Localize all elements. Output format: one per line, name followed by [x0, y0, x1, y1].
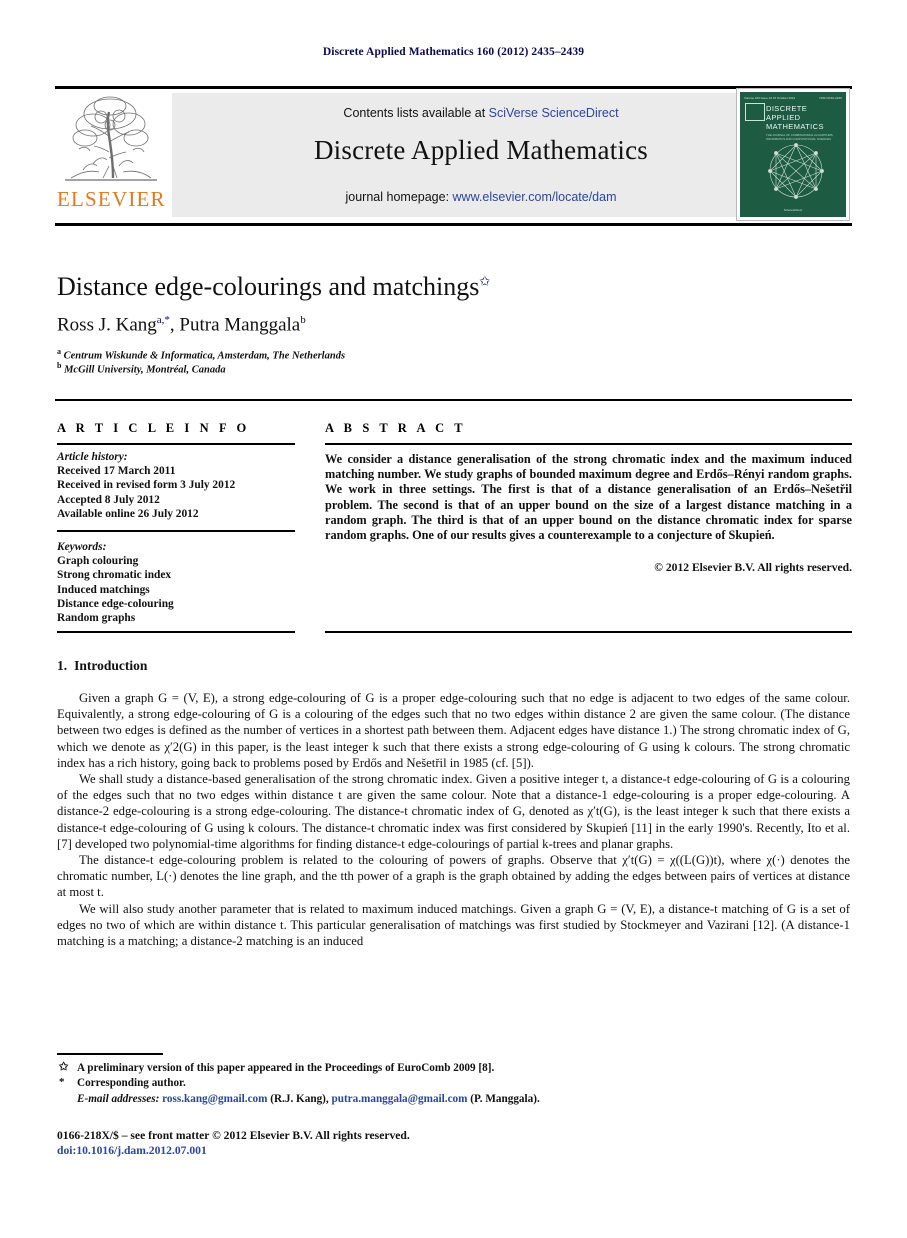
section-heading: 1. Introduction: [57, 658, 147, 674]
footnote-corresponding-marker: *: [59, 1076, 65, 1089]
author-1-name: Ross J. Kang: [57, 314, 157, 336]
body-text: Given a graph G = (V, E), a strong edge-…: [57, 690, 850, 949]
author-2-name: Putra Manggala: [179, 314, 301, 336]
abstract-header: A B S T R A C T: [325, 421, 467, 435]
cover-subtitle: THE JOURNAL OF COMBINATORIAL ALGORITHMS,…: [766, 133, 834, 141]
paragraph: We shall study a distance-based generali…: [57, 772, 850, 851]
cover-footer: ScienceDirect: [783, 208, 803, 212]
journal-homepage-link[interactable]: www.elsevier.com/locate/dam: [453, 190, 617, 204]
masthead-rule-bottom: [55, 223, 852, 226]
affiliation-b: b McGill University, Montréal, Canada: [57, 361, 837, 376]
footnotes: ✩ A preliminary version of this paper ap…: [57, 1061, 847, 1107]
page-title: Distance edge-colourings and matchings✩: [57, 272, 837, 302]
affiliation-a-mark: a: [57, 347, 61, 356]
article-title-text: Distance edge-colourings and matchings: [57, 272, 480, 301]
abstract-rule-top: [325, 443, 852, 445]
homepage-line: journal homepage: www.elsevier.com/locat…: [172, 190, 790, 204]
history-item: Received 17 March 2011: [57, 465, 176, 478]
footnote-emails: E-mail addresses: ross.kang@gmail.com (R…: [57, 1092, 847, 1107]
affiliation-b-text: McGill University, Montréal, Canada: [64, 364, 226, 376]
masthead-rule-top: [55, 86, 852, 89]
homepage-prefix: journal homepage:: [345, 190, 453, 204]
affiliation-b-mark: b: [57, 361, 62, 370]
affiliation-a: a Centrum Wiskunde & Informatica, Amster…: [57, 347, 837, 362]
email-label: E-mail addresses:: [77, 1092, 160, 1105]
footnote-star: ✩ A preliminary version of this paper ap…: [57, 1061, 847, 1076]
email-owner-2: (P. Manggala).: [470, 1092, 540, 1105]
author-2-marks[interactable]: b: [300, 314, 306, 326]
article-info-header: A R T I C L E I N F O: [57, 421, 250, 435]
imprint-block: 0166-218X/$ – see front matter © 2012 El…: [57, 1128, 847, 1159]
keyword-item: Distance edge-colouring: [57, 597, 174, 610]
keywords-list: Keywords: Graph colouring Strong chromat…: [57, 540, 297, 625]
abstract-rule-bottom: [325, 631, 852, 633]
email-owner-1: (R.J. Kang),: [270, 1092, 329, 1105]
footnote-star-text: A preliminary version of this paper appe…: [77, 1062, 495, 1074]
history-label: Article history:: [57, 451, 128, 463]
cover-title: DISCRETE APPLIED MATHEMATICS: [766, 104, 824, 131]
cover-graph-figure-icon: [760, 142, 832, 200]
section-number: 1.: [57, 658, 68, 673]
cover-elsevier-mark-icon: [745, 103, 765, 121]
footnote-rule: [57, 1053, 163, 1055]
section-title: Introduction: [74, 658, 148, 673]
keyword-item: Graph colouring: [57, 555, 139, 568]
contents-prefix: Contents lists available at: [343, 106, 489, 120]
journal-banner: Contents lists available at SciVerse Sci…: [172, 93, 790, 217]
affiliation-a-text: Centrum Wiskunde & Informatica, Amsterda…: [63, 350, 346, 362]
article-history: Article history: Received 17 March 2011 …: [57, 450, 297, 521]
history-item: Accepted 8 July 2012: [57, 493, 160, 506]
email-link-1[interactable]: ross.kang@gmail.com: [162, 1093, 267, 1105]
doi-link[interactable]: doi:10.1016/j.dam.2012.07.001: [57, 1143, 847, 1158]
sciencedirect-link[interactable]: SciVerse ScienceDirect: [489, 106, 619, 120]
info-rule-bottom: [57, 631, 295, 633]
info-rule-top: [57, 443, 295, 445]
author-1-marks[interactable]: a,*: [157, 314, 170, 326]
cover-art: Volume 160 Issue 10 15 October 2012 ISSN…: [740, 92, 846, 217]
elsevier-tree-icon: [63, 92, 159, 184]
history-item: Available online 26 July 2012: [57, 507, 199, 520]
paragraph: The distance-t edge-colouring problem is…: [57, 853, 850, 900]
contents-line: Contents lists available at SciVerse Sci…: [172, 106, 790, 120]
issn-line: 0166-218X/$ – see front matter © 2012 El…: [57, 1129, 410, 1142]
journal-masthead: ELSEVIER Contents lists available at Sci…: [55, 86, 852, 226]
info-block-rule-top: [55, 399, 852, 401]
footnote-star-marker: ✩: [59, 1061, 69, 1073]
cover-issn-text: ISSN 0166-218X: [819, 96, 842, 100]
title-footnote-marker[interactable]: ✩: [479, 273, 490, 288]
email-link-2[interactable]: putra.manggala@gmail.com: [332, 1093, 468, 1105]
paper-page: Discrete Applied Mathematics 160 (2012) …: [0, 0, 907, 1238]
history-item: Received in revised form 3 July 2012: [57, 479, 236, 492]
keyword-item: Strong chromatic index: [57, 569, 172, 582]
keyword-item: Random graphs: [57, 612, 136, 625]
keywords-label: Keywords:: [57, 541, 107, 553]
elsevier-wordmark: ELSEVIER: [57, 187, 166, 211]
footnote-corresponding-text: Corresponding author.: [77, 1077, 186, 1090]
paragraph: We will also study another parameter tha…: [57, 901, 850, 949]
journal-title: Discrete Applied Mathematics: [313, 135, 648, 165]
running-head: Discrete Applied Mathematics 160 (2012) …: [322, 46, 585, 58]
author-list: Ross J. Kanga,*, Putra Manggalab: [57, 314, 306, 336]
abstract-text: We consider a distance generalisation of…: [325, 452, 852, 543]
cover-topline: Volume 160 Issue 10 15 October 2012 ISSN…: [744, 96, 842, 100]
cover-volume-text: Volume 160 Issue 10 15 October 2012: [744, 96, 796, 100]
paragraph: Given a graph G = (V, E), a strong edge-…: [57, 691, 850, 770]
abstract-copyright: © 2012 Elsevier B.V. All rights reserved…: [654, 561, 852, 574]
journal-cover-thumbnail[interactable]: Volume 160 Issue 10 15 October 2012 ISSN…: [736, 88, 850, 221]
footnote-corresponding: * Corresponding author.: [57, 1076, 847, 1091]
keyword-item: Induced matchings: [57, 583, 150, 596]
info-rule-middle: [57, 530, 295, 532]
elsevier-logo: ELSEVIER: [57, 92, 165, 220]
